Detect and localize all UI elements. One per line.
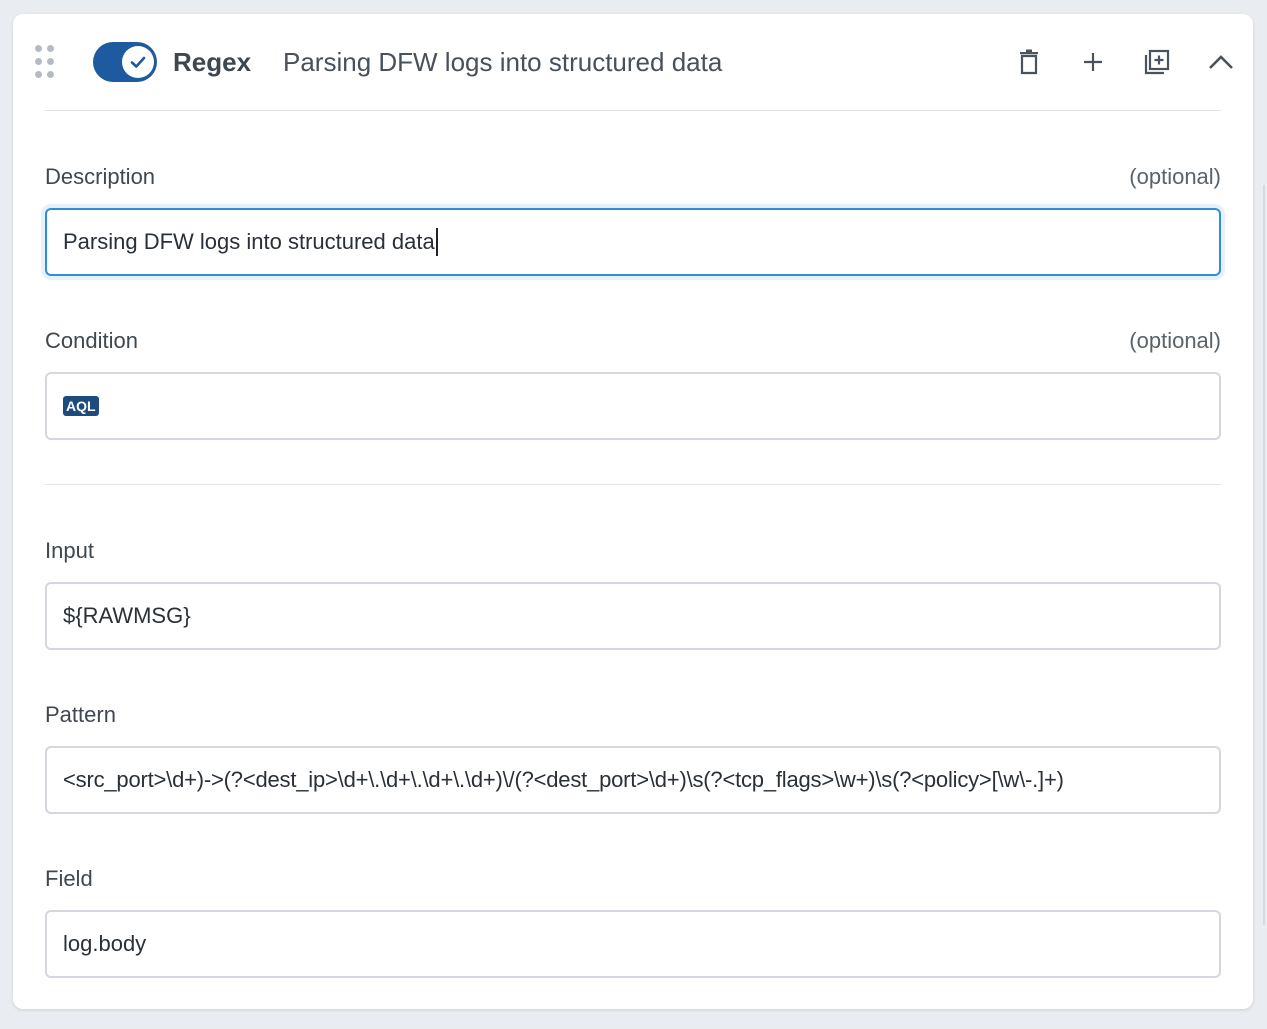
add-button[interactable] [1077,45,1109,79]
scrollbar[interactable] [1263,185,1265,925]
field-value: log.body [63,931,147,956]
input-field[interactable]: ${RAWMSG} [45,582,1221,650]
condition-optional-label: (optional) [1129,328,1221,353]
collapse-button[interactable] [1205,45,1237,79]
check-icon [122,46,154,78]
input-value: ${RAWMSG} [63,603,191,628]
condition-input[interactable]: AQL [45,372,1221,440]
input-label: Input [45,538,94,563]
pattern-label: Pattern [45,702,116,727]
field-input[interactable]: log.body [45,910,1221,978]
description-optional-label: (optional) [1129,164,1221,189]
chevron-up-icon [1209,55,1233,69]
description-label: Description [45,164,156,189]
plus-icon [1084,53,1102,71]
description-input[interactable]: Parsing DFW logs into structured data [45,208,1221,276]
trash-icon [1020,49,1038,75]
aql-badge: AQL [63,396,99,416]
drag-handle-icon[interactable] [35,45,57,79]
field-label: Field [45,866,93,891]
description-value: Parsing DFW logs into structured data [63,229,435,254]
pattern-value: <src_port>\d+)->(?<dest_ip>\d+\.\d+\.\d+… [63,767,1064,792]
duplicate-icon [1144,49,1170,75]
processor-card [13,14,1253,1009]
header-divider [45,110,1221,111]
text-caret [435,228,438,256]
processor-type-title: Regex [173,47,252,77]
enabled-toggle[interactable] [93,42,157,82]
condition-label: Condition [45,328,138,353]
processor-description-title: Parsing DFW logs into structured data [283,47,723,77]
section-divider [45,484,1221,485]
delete-button[interactable] [1013,45,1045,79]
duplicate-button[interactable] [1141,45,1173,79]
pattern-input[interactable]: <src_port>\d+)->(?<dest_ip>\d+\.\d+\.\d+… [45,746,1221,814]
